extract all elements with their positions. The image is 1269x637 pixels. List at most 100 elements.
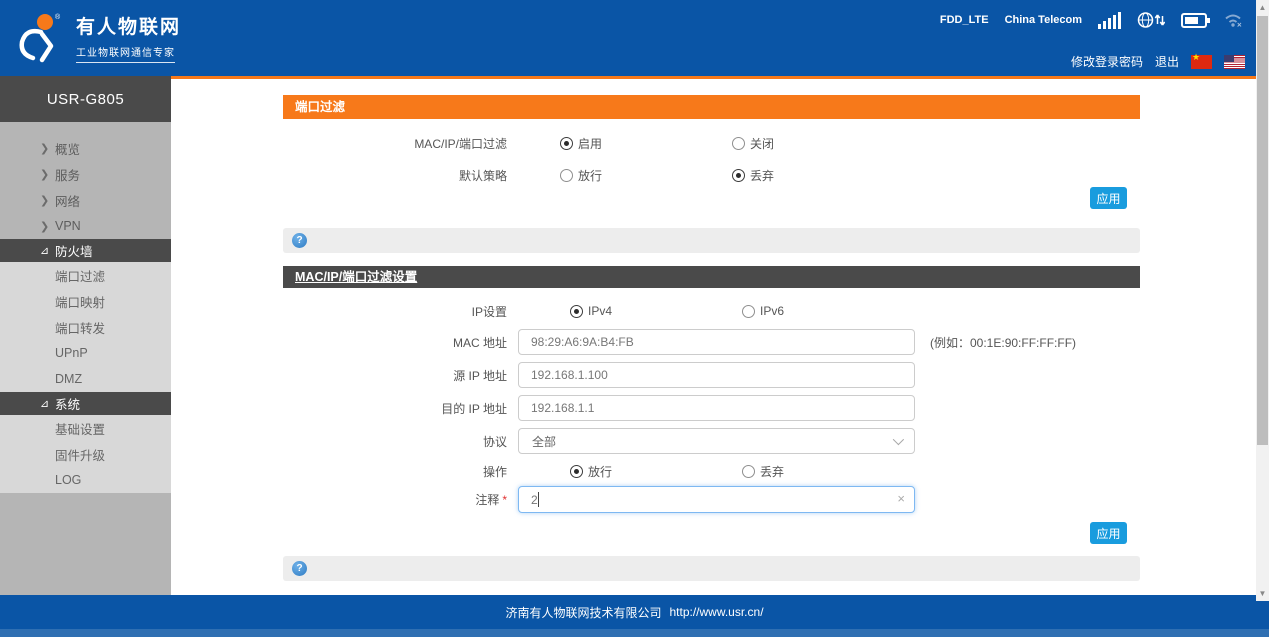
sidebar-item-label: 网络: [55, 191, 80, 210]
row-mac-address: MAC 地址 (例如：00:1E:90:FF:FF:FF): [283, 329, 1140, 355]
logout-link[interactable]: 退出: [1155, 53, 1179, 70]
chevron-right-icon: ❯: [40, 220, 55, 233]
radio-icon: [570, 465, 583, 478]
sidebar-item-port-mapping[interactable]: 端口映射: [0, 288, 171, 314]
chevron-down-icon: ⊿: [40, 397, 55, 410]
footer: 济南有人物联网技术有限公司 http://www.usr.cn/: [0, 595, 1269, 629]
radio-action-allow[interactable]: 放行: [570, 463, 742, 480]
radio-action-drop[interactable]: 丢弃: [742, 463, 914, 480]
radio-ipv6[interactable]: IPv6: [742, 304, 914, 318]
sidebar-item-label: 端口映射: [55, 292, 105, 311]
radio-icon: [742, 305, 755, 318]
scrollbar-thumb[interactable]: [1257, 16, 1268, 445]
destination-ip-input[interactable]: [518, 395, 915, 421]
main-content: 端口过滤 MAC/IP/端口过滤 启用 关闭 默认策略 放行: [283, 0, 1140, 637]
radio-label: 启用: [578, 135, 602, 152]
sidebar-item-label: 防火墙: [55, 241, 93, 260]
section-title-filter-settings: MAC/IP/端口过滤设置: [283, 266, 1140, 288]
mac-address-input[interactable]: [518, 329, 915, 355]
sidebar-item-label: 概览: [55, 139, 80, 158]
sidebar-item-label: LOG: [55, 473, 81, 487]
sidebar-item-label: 端口转发: [55, 318, 105, 337]
sidebar-item-network[interactable]: ❯ 网络: [0, 187, 171, 213]
sidebar-item-dmz[interactable]: DMZ: [0, 366, 171, 392]
comment-label-text: 注释: [475, 493, 499, 507]
field-label: 目的 IP 地址: [283, 400, 507, 417]
field-label: 操作: [283, 463, 507, 480]
sidebar-item-upnp[interactable]: UPnP: [0, 340, 171, 366]
radio-label: 丢弃: [750, 167, 774, 184]
radio-disable[interactable]: 关闭: [732, 135, 904, 152]
sidebar-item-label: 系统: [55, 394, 80, 413]
radio-icon: [732, 137, 745, 150]
device-title: USR-G805: [0, 76, 171, 122]
chevron-down-icon: ⊿: [40, 244, 55, 257]
svg-text:®: ®: [55, 13, 61, 21]
sidebar-item-port-filter[interactable]: 端口过滤: [0, 262, 171, 288]
vertical-scrollbar: ▲ ▼: [1256, 0, 1269, 601]
field-label: 默认策略: [283, 167, 507, 184]
source-ip-input[interactable]: [518, 362, 915, 388]
sidebar-item-basic-settings[interactable]: 基础设置: [0, 415, 171, 441]
radio-drop[interactable]: 丢弃: [732, 167, 904, 184]
sidebar-item-services[interactable]: ❯ 服务: [0, 161, 171, 187]
flag-china-icon[interactable]: [1191, 55, 1212, 69]
section-title-port-filter: 端口过滤: [283, 95, 1140, 119]
radio-ipv4[interactable]: IPv4: [570, 304, 742, 318]
radio-icon: [560, 169, 573, 182]
protocol-select[interactable]: 全部: [518, 428, 915, 454]
brand-name: 有人物联网: [76, 12, 181, 39]
row-default-policy: 默认策略 放行 丢弃: [283, 165, 1140, 185]
sidebar-item-overview[interactable]: ❯ 概览: [0, 135, 171, 161]
radio-icon: [570, 305, 583, 318]
chevron-right-icon: ❯: [40, 142, 55, 155]
chevron-right-icon: ❯: [40, 194, 55, 207]
apply-button-filter-settings[interactable]: 应用: [1090, 522, 1127, 544]
footer-url: http://www.usr.cn/: [669, 605, 763, 619]
sidebar-item-label: 端口过滤: [55, 266, 105, 285]
scroll-up-arrow-icon[interactable]: ▲: [1256, 1, 1269, 14]
row-source-ip: 源 IP 地址: [283, 362, 1140, 388]
radio-label: IPv6: [760, 304, 784, 318]
footer-company: 济南有人物联网技术有限公司: [505, 604, 661, 621]
sidebar-item-vpn[interactable]: ❯ VPN: [0, 213, 171, 239]
radio-label: IPv4: [588, 304, 612, 318]
chevron-right-icon: ❯: [40, 168, 55, 181]
sidebar: USR-G805 ❯ 概览 ❯ 服务 ❯ 网络 ❯ VPN ⊿ 防火墙: [0, 76, 171, 595]
field-label: IP设置: [283, 303, 507, 320]
help-bar: ?: [283, 228, 1140, 253]
radio-label: 丢弃: [760, 463, 784, 480]
apply-button-port-filter[interactable]: 应用: [1090, 187, 1127, 209]
help-icon[interactable]: ?: [292, 561, 307, 576]
sim-battery-icon: [1181, 13, 1207, 28]
sidebar-item-label: VPN: [55, 219, 81, 233]
comment-input[interactable]: [518, 486, 915, 513]
help-icon[interactable]: ?: [292, 233, 307, 248]
sidebar-item-label: UPnP: [55, 346, 88, 360]
sidebar-item-label: 固件升级: [55, 445, 105, 464]
radio-icon: [742, 465, 755, 478]
radio-allow[interactable]: 放行: [560, 167, 732, 184]
sidebar-item-firewall[interactable]: ⊿ 防火墙: [0, 239, 171, 262]
brand-logo: ® 有人物联网 工业物联网通信专家: [14, 10, 181, 64]
field-label: 源 IP 地址: [283, 367, 507, 384]
help-bar: ?: [283, 556, 1140, 581]
selected-value: 全部: [532, 433, 556, 450]
sidebar-item-system[interactable]: ⊿ 系统: [0, 392, 171, 415]
sidebar-item-label: 服务: [55, 165, 80, 184]
person-logo-icon: ®: [14, 10, 66, 64]
scroll-down-arrow-icon[interactable]: ▼: [1256, 587, 1269, 600]
sidebar-item-port-forwarding[interactable]: 端口转发: [0, 314, 171, 340]
radio-enable[interactable]: 启用: [560, 135, 732, 152]
sidebar-item-label: 基础设置: [55, 419, 105, 438]
sidebar-item-firmware-upgrade[interactable]: 固件升级: [0, 441, 171, 467]
text-cursor: [538, 492, 539, 507]
field-label: MAC 地址: [283, 334, 507, 351]
comment-input-wrapper: ×: [518, 486, 915, 513]
row-comment: 注释* ×: [283, 486, 1140, 513]
flag-usa-icon[interactable]: [1224, 55, 1245, 69]
sidebar-item-log[interactable]: LOG: [0, 467, 171, 493]
clear-icon[interactable]: ×: [897, 491, 905, 506]
field-label: MAC/IP/端口过滤: [283, 135, 507, 152]
radio-label: 放行: [578, 167, 602, 184]
